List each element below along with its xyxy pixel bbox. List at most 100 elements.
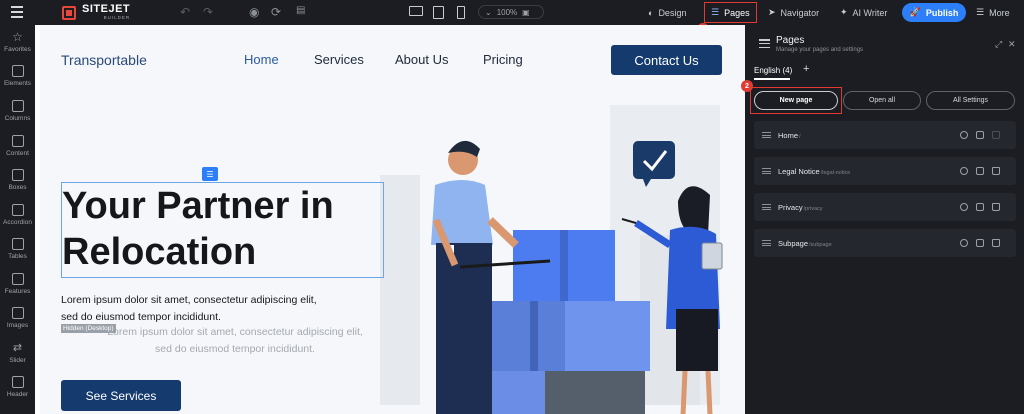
delete-icon[interactable] [992, 203, 1000, 211]
sidebar-item-boxes[interactable]: Boxes [0, 169, 35, 191]
page-canvas: Transportable Home Services About Us Pri… [40, 25, 745, 414]
boxes-icon [11, 169, 24, 181]
refresh-icon[interactable]: ⟳ [271, 5, 281, 19]
list-icon: ☰ [711, 7, 720, 17]
drag-handle-icon[interactable] [762, 204, 771, 210]
menu-icon[interactable] [10, 6, 24, 18]
page-settings-icon[interactable] [960, 239, 968, 247]
tab-english[interactable]: English (4) [754, 66, 792, 75]
delete-icon[interactable] [992, 167, 1000, 175]
page-settings-icon[interactable] [960, 203, 968, 211]
site-nav-pricing[interactable]: Pricing [483, 52, 523, 67]
page-row-label: Home/ [778, 131, 801, 140]
copy-icon[interactable] [976, 131, 984, 139]
page-settings-icon[interactable] [960, 167, 968, 175]
more-button[interactable]: ☰ More [976, 0, 1010, 25]
sidebar-item-elements[interactable]: Elements [0, 65, 35, 87]
cursor-icon: ➤ [768, 7, 776, 17]
drag-handle-icon[interactable] [762, 168, 771, 174]
hidden-paragraph-line-2: sed do eiusmod tempor incididunt. [155, 343, 315, 355]
page-row-home[interactable]: Home/ [754, 121, 1016, 149]
add-language-button[interactable]: + [803, 63, 809, 75]
sidebar-item-features[interactable]: Features [0, 273, 35, 295]
accordion-icon [11, 204, 24, 216]
page-name: Subpage [778, 238, 809, 248]
chevron-down-icon: ⌄ [485, 7, 492, 17]
see-services-button[interactable]: See Services [61, 380, 181, 411]
expand-icon[interactable]: ⤢ [995, 39, 1002, 50]
content-icon [11, 135, 24, 147]
new-page-button[interactable]: New page [754, 91, 838, 110]
code-icon[interactable]: ▤ [296, 5, 305, 16]
hero-paragraph[interactable]: Lorem ipsum dolor sit amet, consectetur … [61, 292, 361, 326]
rocket-icon: 🚀 [909, 7, 921, 17]
header-icon [11, 376, 24, 388]
sidebar-item-header[interactable]: Header [0, 376, 35, 398]
tablet-view-icon[interactable] [433, 6, 444, 19]
sidebar-item-images[interactable]: Images [0, 307, 35, 329]
sidebar-item-label: Header [6, 391, 29, 398]
open-all-button[interactable]: Open all [843, 91, 921, 110]
more-menu-icon: ☰ [976, 7, 985, 17]
hidden-paragraph[interactable]: Lorem ipsum dolor sit amet, consectetur … [100, 324, 370, 358]
sidebar-item-content[interactable]: Content [0, 135, 35, 157]
undo-icon[interactable]: ↶ [180, 5, 190, 19]
redo-icon[interactable]: ↷ [203, 5, 213, 19]
panel-title: Pages [776, 35, 805, 46]
drag-handle-icon[interactable] [762, 240, 771, 246]
logo-main-text: SITEJET [82, 3, 131, 16]
design-button[interactable]: ◐ Design [648, 0, 686, 25]
palette-icon: ◐ [648, 7, 654, 18]
table-icon [11, 238, 24, 250]
sidebar-item-columns[interactable]: Columns [0, 100, 35, 122]
delete-icon[interactable] [992, 239, 1000, 247]
page-row-privacy[interactable]: Privacy/privacy [754, 193, 1016, 221]
page-settings-icon[interactable] [960, 131, 968, 139]
zoom-control[interactable]: ⌄ 100% ▣ [478, 5, 544, 19]
drag-handle-icon[interactable] [762, 132, 771, 138]
hero-headline-line-1: Your Partner in [62, 185, 334, 227]
navigator-button[interactable]: ➤ Navigator [768, 0, 819, 25]
sidebar-item-favorites[interactable]: ☆ Favorites [0, 31, 35, 53]
element-edit-handle[interactable]: ☰ [202, 167, 218, 181]
page-row-legal-notice[interactable]: Legal Notice/legal-notice [754, 157, 1016, 185]
publish-label: Publish [925, 7, 959, 18]
star-icon: ☆ [12, 30, 23, 44]
page-row-label: Legal Notice/legal-notice [778, 167, 850, 176]
pages-button[interactable]: ☰ Pages [704, 2, 757, 23]
sidebar-item-label: Slider [9, 357, 26, 364]
sidebar-item-label: Boxes [8, 184, 27, 191]
all-settings-button[interactable]: All Settings [926, 91, 1015, 110]
site-nav-services[interactable]: Services [314, 52, 364, 67]
ai-writer-button[interactable]: ✦ AI Writer [840, 0, 887, 25]
page-row-label: Subpage/subpage [778, 239, 832, 248]
site-nav-home[interactable]: Home [244, 52, 279, 67]
page-path: /legal-notice [820, 169, 851, 176]
top-toolbar: SITEJET BUILDER ↶ ↷ ◉ ⟳ ▤ ⌄ 100% ▣ ◐ Des… [0, 0, 1024, 35]
columns-icon [11, 100, 24, 112]
sidebar-item-tables[interactable]: Tables [0, 238, 35, 260]
desktop-view-icon[interactable] [409, 6, 423, 16]
close-icon[interactable]: ✕ [1008, 39, 1016, 50]
site-logo[interactable]: Transportable [61, 52, 147, 68]
publish-button[interactable]: 🚀 Publish [902, 3, 966, 22]
hero-headline[interactable]: Your Partner in Relocation [62, 183, 334, 275]
site-nav-about[interactable]: About Us [395, 52, 448, 67]
pages-list-icon [759, 39, 770, 48]
preview-eye-icon[interactable]: ◉ [249, 5, 259, 19]
page-path: / [799, 133, 801, 140]
copy-icon[interactable] [976, 239, 984, 247]
copy-icon[interactable] [976, 167, 984, 175]
sidebar-item-accordion[interactable]: Accordion [0, 204, 35, 226]
sidebar-item-label: Accordion [3, 219, 32, 226]
features-icon [11, 273, 24, 285]
contact-us-button[interactable]: Contact Us [611, 45, 722, 75]
sidebar-item-slider[interactable]: ⇄ Slider [0, 342, 35, 364]
copy-icon[interactable] [976, 203, 984, 211]
page-path: /subpage [809, 241, 832, 248]
phone-view-icon[interactable] [457, 6, 465, 19]
page-row-subpage[interactable]: Subpage/subpage [754, 229, 1016, 257]
zoom-value: 100% [496, 7, 518, 17]
logo-sub-text: BUILDER [103, 15, 131, 21]
more-label: More [989, 7, 1010, 18]
